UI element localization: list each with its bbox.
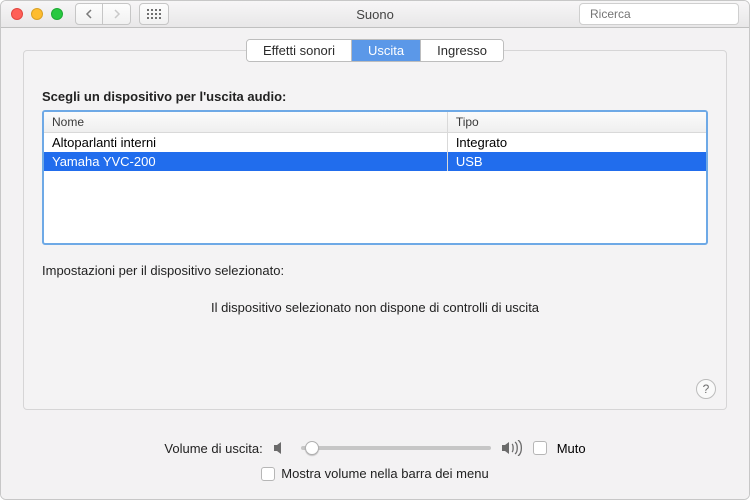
forward-button[interactable] [103, 3, 131, 25]
device-settings-label: Impostazioni per il dispositivo selezion… [42, 263, 708, 278]
slider-knob[interactable] [305, 441, 319, 455]
choose-device-label: Scegli un dispositivo per l'uscita audio… [42, 89, 708, 104]
table-row[interactable]: Altoparlanti interni Integrato [44, 133, 706, 152]
search-field[interactable] [579, 3, 739, 25]
volume-row: Volume di uscita: Muto [1, 440, 749, 456]
table-row[interactable]: Yamaha YVC-200 USB [44, 152, 706, 171]
col-type[interactable]: Tipo [448, 112, 706, 132]
footer: Volume di uscita: Muto Mostra volume nel… [1, 432, 749, 499]
col-name[interactable]: Nome [44, 112, 448, 132]
volume-slider[interactable] [301, 446, 491, 450]
card-content: Scegli un dispositivo per l'uscita audio… [24, 63, 726, 315]
back-button[interactable] [75, 3, 103, 25]
tab-input[interactable]: Ingresso [421, 40, 503, 61]
chevron-right-icon [113, 9, 121, 19]
close-button[interactable] [11, 8, 23, 20]
show-in-menubar-checkbox[interactable] [261, 467, 275, 481]
tab-group: Effetti sonori Uscita Ingresso [246, 39, 504, 62]
menu-row: Mostra volume nella barra dei menu [1, 466, 749, 481]
cell-name: Yamaha YVC-200 [44, 152, 448, 171]
output-volume-label: Volume di uscita: [164, 441, 262, 456]
minimize-button[interactable] [31, 8, 43, 20]
cell-name: Altoparlanti interni [44, 133, 448, 152]
tab-output[interactable]: Uscita [352, 40, 421, 61]
window-controls [11, 8, 63, 20]
tab-effects[interactable]: Effetti sonori [247, 40, 352, 61]
cell-type: USB [448, 152, 706, 171]
table-header: Nome Tipo [44, 112, 706, 133]
zoom-button[interactable] [51, 8, 63, 20]
help-button[interactable]: ? [696, 379, 716, 399]
nav-buttons [75, 3, 131, 25]
mute-checkbox[interactable] [533, 441, 547, 455]
show-all-button[interactable] [139, 3, 169, 25]
titlebar: Suono [1, 1, 749, 28]
mute-label: Muto [557, 441, 586, 456]
device-table: Nome Tipo Altoparlanti interni Integrato… [42, 110, 708, 245]
speaker-low-icon [273, 440, 291, 456]
speaker-high-icon [501, 440, 523, 456]
panel: Effetti sonori Uscita Ingresso Scegli un… [1, 28, 749, 432]
show-in-menubar-label: Mostra volume nella barra dei menu [281, 466, 488, 481]
chevron-left-icon [85, 9, 93, 19]
grid-icon [147, 9, 161, 19]
output-card: Effetti sonori Uscita Ingresso Scegli un… [23, 50, 727, 410]
search-input[interactable] [590, 7, 745, 21]
sound-prefs-window: Suono Effetti sonori Uscita Ingresso Sce… [0, 0, 750, 500]
cell-type: Integrato [448, 133, 706, 152]
no-controls-note: Il dispositivo selezionato non dispone d… [42, 300, 708, 315]
